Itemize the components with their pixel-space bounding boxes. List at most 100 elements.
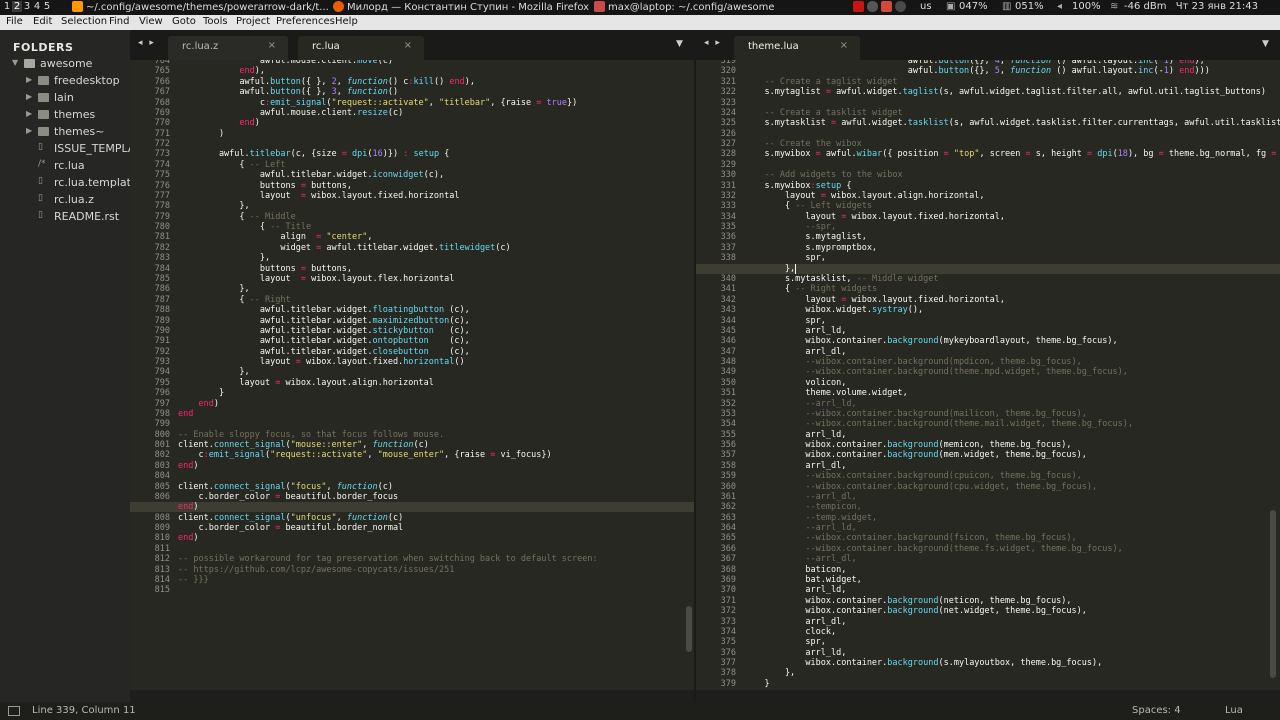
line-number: 369 [720, 575, 736, 585]
code-line: --spr, [805, 222, 837, 233]
line-number: 352 [720, 398, 736, 409]
code-line: wibox.widget.systray(), [744, 305, 924, 316]
volume-level: 100% [1072, 1, 1101, 12]
right-tab-dropdown-icon[interactable]: ▼ [1262, 39, 1269, 49]
task-terminal[interactable]: max@laptop: ~/.config/awesome [594, 1, 775, 13]
sidebar-item[interactable]: ▶ lain [0, 89, 130, 106]
code-line: --wibox.container.background(theme.fs.wi… [805, 543, 1123, 554]
code-line: layout = wibox.layout.fixed.horizontal() [178, 357, 465, 368]
menu-project[interactable]: Project [236, 16, 270, 27]
right-editor[interactable]: 319 320 321 322 323 324 325 326 327 328 329 330 331 3… [696, 60, 1280, 690]
code-line: --arrl_ld, [805, 523, 857, 534]
line-number: 355 [720, 429, 736, 440]
menu-edit[interactable]: Edit [33, 16, 52, 27]
right-tab-nav-icon[interactable]: ◂ ▸ [704, 38, 722, 48]
chevron-right-icon[interactable]: ▶ [26, 126, 32, 135]
right-vertical-scrollbar[interactable] [1270, 510, 1276, 678]
line-number: 322 [720, 87, 736, 98]
menu-goto[interactable]: Goto [172, 16, 196, 27]
left-tab-dropdown-icon[interactable]: ▼ [676, 39, 683, 49]
menu-find[interactable]: Find [109, 16, 130, 27]
network-tray-icon[interactable] [867, 1, 878, 12]
workspace-3[interactable]: 3 [22, 1, 32, 12]
chevron-right-icon[interactable]: ▶ [26, 92, 32, 101]
menu-help[interactable]: Help [335, 16, 358, 27]
sidebar-item[interactable]: ▯ ISSUE_TEMPLATE [0, 140, 130, 157]
workspace-1[interactable]: 1 [2, 1, 12, 12]
sidebar-item[interactable]: ▶ freedesktop [0, 72, 130, 89]
tab-rc-lua-z[interactable]: rc.lua.z × [168, 36, 288, 60]
tab-label: rc.lua [312, 41, 340, 52]
file-icon: /* [38, 159, 46, 169]
line-number: 794 [154, 367, 170, 378]
memory-icon: ▥ [1002, 1, 1012, 12]
line-number: 327 [720, 139, 736, 150]
line-number: 331 [720, 180, 736, 191]
tab-theme-lua[interactable]: theme.lua × [734, 36, 860, 60]
line-number: 803 [154, 460, 170, 471]
workspace-2[interactable]: 2 [12, 1, 22, 12]
tab-rc-lua[interactable]: rc.lua × [298, 36, 424, 60]
system-tray [853, 1, 909, 13]
chevron-down-icon[interactable]: ▼ [12, 58, 18, 67]
sync-tray-icon[interactable] [881, 1, 892, 12]
volume-icon: ◂ [1057, 1, 1063, 12]
menu-view[interactable]: View [139, 16, 163, 27]
menu-selection[interactable]: Selection [61, 16, 107, 27]
sidebar-item[interactable]: ▼ awesome [0, 55, 130, 72]
task-firefox[interactable]: Милорд — Константин Ступин - Mozilla Fir… [333, 1, 589, 13]
code-line: layout = wibox.layout.align.horizontal [178, 377, 434, 388]
left-editor[interactable]: 764 765 766 767 768 769 770 771 772 773 774 775 776 7… [130, 60, 694, 690]
code-line: { -- Left widgets [744, 201, 872, 212]
line-number: 377 [720, 658, 736, 669]
indentation-setting[interactable]: Spaces: 4 [1132, 705, 1181, 716]
sidebar-item[interactable]: ▯ rc.lua.template [0, 174, 130, 191]
syntax-setting[interactable]: Lua [1225, 705, 1243, 716]
mail-tray-icon[interactable] [853, 1, 864, 12]
keyboard-layout[interactable]: us [920, 1, 932, 12]
current-line-highlight [130, 502, 694, 513]
menu-tools[interactable]: Tools [203, 16, 228, 27]
chevron-right-icon[interactable]: ▶ [26, 75, 32, 84]
panel-toggle-icon[interactable] [8, 706, 20, 716]
steam-tray-icon[interactable] [895, 1, 906, 12]
line-number: 332 [720, 190, 736, 201]
sidebar-item[interactable]: ▯ rc.lua.z [0, 191, 130, 208]
sidebar-item[interactable]: ▶ themes [0, 106, 130, 123]
folder-icon [38, 127, 49, 136]
code-line: c:emit_signal("request::activate", "mous… [178, 450, 552, 461]
menu-preferences[interactable]: Preferences [276, 16, 335, 27]
code-line: awful.button({}, 4, function () awful.la… [744, 60, 1205, 66]
code-line: clock, [744, 626, 837, 637]
sidebar-item[interactable]: ▶ themes~ [0, 123, 130, 140]
close-icon[interactable]: × [268, 40, 276, 51]
workspace-5[interactable]: 5 [42, 1, 52, 12]
sidebar-item[interactable]: /* rc.lua [0, 157, 130, 174]
clock[interactable]: Чт 23 янв 21:43 [1176, 1, 1258, 12]
tab-label: rc.lua.z [182, 41, 219, 52]
line-number: 344 [720, 315, 736, 326]
line-number: 804 [154, 471, 170, 482]
line-number: 374 [720, 626, 736, 637]
workspace-4[interactable]: 4 [32, 1, 42, 12]
line-number: 373 [720, 616, 736, 627]
code-line: --wibox.container.background(fsicon, the… [805, 533, 1077, 544]
task-firefox-title: Милорд — Константин Ступин - Mozilla Fir… [347, 2, 590, 13]
close-icon[interactable]: × [840, 40, 848, 51]
line-number: 778 [154, 201, 170, 212]
cursor-position: Line 339, Column 11 [32, 705, 136, 716]
task-sublime[interactable]: ~/.config/awesome/themes/powerarrow-dark… [72, 1, 329, 13]
left-vertical-scrollbar[interactable] [686, 606, 692, 652]
line-number: 351 [720, 388, 736, 399]
line-number: 770 [154, 118, 170, 129]
sidebar-item-label: freedesktop [54, 74, 120, 87]
sidebar-item[interactable]: ▯ README.rst [0, 208, 130, 225]
menu-file[interactable]: File [6, 16, 23, 27]
line-number: 321 [720, 76, 736, 87]
line-number: 323 [720, 97, 736, 108]
close-icon[interactable]: × [404, 40, 412, 51]
chevron-right-icon[interactable]: ▶ [26, 109, 32, 118]
left-tab-nav-icon[interactable]: ◂ ▸ [138, 38, 156, 48]
line-number: 346 [720, 336, 736, 347]
code-line: awful.mouse.client.resize(c) [178, 107, 404, 118]
